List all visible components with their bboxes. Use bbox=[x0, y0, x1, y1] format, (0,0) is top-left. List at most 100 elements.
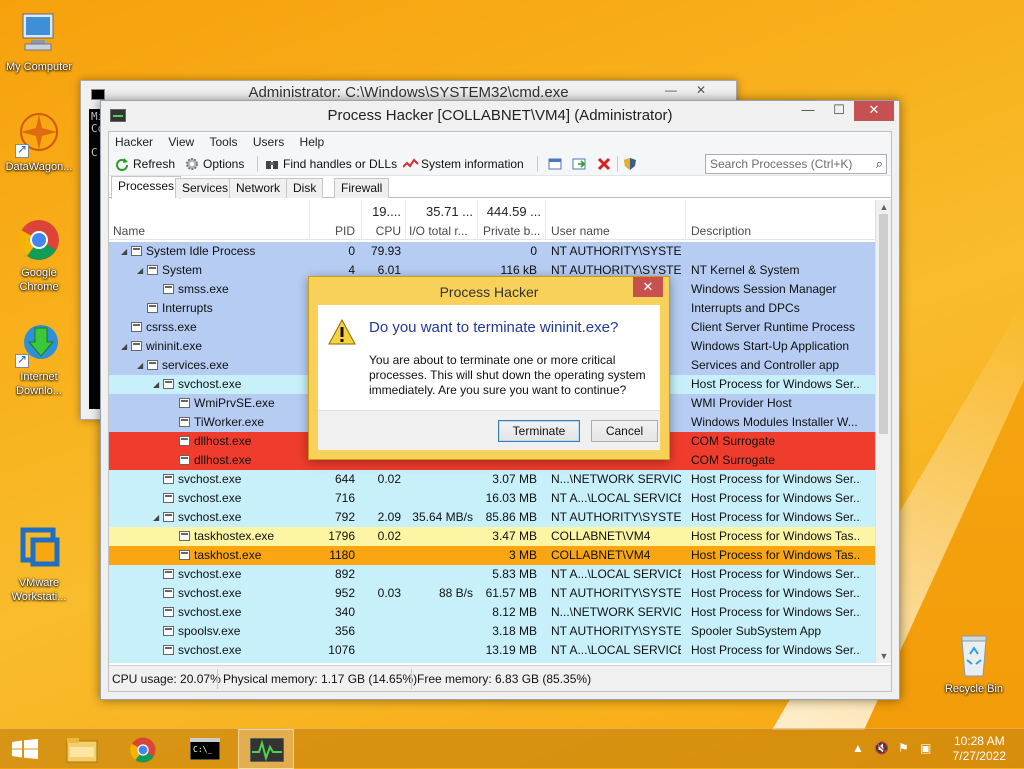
ph-titlebar[interactable]: Process Hacker [COLLABNET\VM4] (Administ… bbox=[101, 101, 899, 131]
column-divider[interactable] bbox=[405, 200, 406, 240]
tree-expander-icon[interactable]: ◢ bbox=[137, 361, 147, 370]
refresh-icon bbox=[115, 157, 129, 171]
column-total-io: 35.71 ... bbox=[426, 204, 473, 219]
tree-expander-icon[interactable]: ◢ bbox=[121, 247, 131, 256]
system-information-button[interactable]: System information bbox=[402, 155, 524, 173]
process-hacker-app-icon bbox=[110, 109, 126, 122]
taskbar-clock[interactable]: 10:28 AM 7/27/2022 bbox=[953, 734, 1006, 764]
process-row[interactable]: svchost.exe 952 0.03 88 B/s 61.57 MB NT AUTHO… bbox=[109, 584, 875, 603]
process-name: WmiPrvSE.exe bbox=[194, 396, 275, 410]
process-user-name: COLLABNET\VM4 bbox=[551, 548, 651, 562]
column-total-cpu: 19.... bbox=[372, 204, 401, 219]
taskbar-cmd[interactable]: C:\_ bbox=[178, 729, 234, 769]
process-name-cell: ◢ System bbox=[109, 263, 305, 277]
ph-close-button[interactable]: ✕ bbox=[854, 101, 894, 121]
process-row[interactable]: taskhost.exe 1180 3 MB COLLABNET\VM4 Host Pr… bbox=[109, 546, 875, 565]
taskbar-process-hacker[interactable] bbox=[238, 729, 294, 769]
column-divider[interactable] bbox=[685, 200, 686, 240]
taskbar-file-explorer[interactable] bbox=[54, 729, 110, 769]
vertical-scrollbar[interactable]: ▲ ▼ bbox=[875, 200, 891, 663]
clock-date: 7/27/2022 bbox=[952, 749, 1006, 763]
menu-users[interactable]: Users bbox=[253, 132, 290, 149]
column-divider[interactable] bbox=[545, 200, 546, 240]
refresh-button[interactable]: Refresh bbox=[115, 155, 175, 173]
column-header-user[interactable]: User name bbox=[551, 224, 610, 238]
dialog-close-button[interactable]: ✕ bbox=[633, 277, 663, 297]
ph-minimize-button[interactable]: — bbox=[795, 101, 821, 121]
chrome-icon bbox=[130, 737, 156, 763]
tab-strip: Processes Services Network Disk Firewall bbox=[109, 176, 891, 199]
terminate-confirm-dialog[interactable]: Process Hacker ✕ Do you want to terminat… bbox=[308, 276, 670, 460]
tab-services[interactable]: Services bbox=[175, 178, 236, 198]
menu-help[interactable]: Help bbox=[300, 132, 331, 149]
column-header-name[interactable]: Name bbox=[113, 224, 145, 238]
column-header-description[interactable]: Description bbox=[691, 224, 751, 238]
terminate-toolbar-button[interactable] bbox=[597, 155, 615, 173]
process-row[interactable]: svchost.exe 1076 13.19 MB NT A...\LOCAL SER… bbox=[109, 641, 875, 660]
process-name: Interrupts bbox=[162, 301, 213, 315]
tree-expander-icon[interactable]: ◢ bbox=[153, 513, 163, 522]
column-header-cpu[interactable]: CPU bbox=[365, 224, 401, 238]
process-row[interactable]: taskhostex.exe 1796 0.02 3.47 MB COLLABNET\V… bbox=[109, 527, 875, 546]
tab-firewall[interactable]: Firewall bbox=[334, 178, 390, 198]
desktop-icon-label: VMware Workstati... bbox=[11, 577, 67, 603]
column-divider[interactable] bbox=[361, 200, 362, 240]
cmd-close-button[interactable]: ✕ bbox=[688, 83, 714, 99]
process-row[interactable]: ◢ System Idle Process 0 79.93 0 NT AUTHORITY\… bbox=[109, 242, 875, 261]
desktop-icon-label: Google Chrome bbox=[19, 267, 59, 293]
cancel-button[interactable]: Cancel bbox=[591, 420, 658, 442]
process-row[interactable]: svchost.exe 340 8.12 MB N...\NETWORK SERVIC… bbox=[109, 603, 875, 622]
column-header-pid[interactable]: PID bbox=[315, 224, 355, 238]
process-row[interactable]: ◢ svchost.exe 792 2.09 35.64 MB/s 85.86 MB NT … bbox=[109, 508, 875, 527]
tab-network[interactable]: Network bbox=[229, 178, 288, 198]
cmd-minimize-button[interactable]: — bbox=[658, 83, 684, 99]
process-icon bbox=[131, 322, 142, 332]
options-button[interactable]: Options bbox=[185, 155, 244, 173]
process-row[interactable]: svchost.exe 644 0.02 3.07 MB N...\NETWORK SE… bbox=[109, 470, 875, 489]
datawagon-icon bbox=[15, 110, 63, 158]
red-x-icon bbox=[597, 157, 611, 171]
volume-muted-icon[interactable]: 🔇 bbox=[874, 741, 889, 755]
column-divider[interactable] bbox=[309, 200, 310, 240]
find-handles-button[interactable]: Find handles or DLLs bbox=[265, 155, 397, 173]
terminate-button[interactable]: Terminate bbox=[498, 420, 580, 442]
menu-view[interactable]: View bbox=[168, 132, 200, 149]
tray-expand-icon[interactable]: ▲ bbox=[852, 741, 864, 755]
action-center-flag-icon[interactable]: ⚑ bbox=[898, 741, 909, 755]
tree-expander-icon[interactable]: ◢ bbox=[137, 266, 147, 275]
window-go-button[interactable] bbox=[572, 155, 590, 173]
desktop-icon-internet-download[interactable]: Internet Downlo... bbox=[1, 320, 77, 398]
scrollbar-thumb[interactable] bbox=[879, 214, 888, 434]
column-header-io[interactable]: I/O total r... bbox=[409, 224, 475, 238]
process-name-cell: spoolsv.exe bbox=[109, 624, 305, 638]
tab-processes[interactable]: Processes bbox=[111, 176, 182, 199]
desktop-icon-chrome[interactable]: Google Chrome bbox=[1, 216, 77, 294]
column-header-private[interactable]: Private b... bbox=[483, 224, 545, 238]
process-pid: 716 bbox=[334, 491, 355, 505]
search-processes-input[interactable]: Search Processes (Ctrl+K) ⌕ bbox=[705, 154, 887, 174]
menu-hacker[interactable]: Hacker bbox=[115, 132, 159, 149]
svg-text:C:\_: C:\_ bbox=[193, 745, 212, 754]
desktop-icon-my-computer[interactable]: My Computer bbox=[1, 10, 77, 74]
taskbar-chrome[interactable] bbox=[116, 729, 172, 769]
tree-expander-icon[interactable]: ◢ bbox=[121, 342, 131, 351]
scroll-up-arrow-icon[interactable]: ▲ bbox=[876, 202, 892, 212]
scroll-down-arrow-icon[interactable]: ▼ bbox=[876, 651, 892, 661]
menu-tools[interactable]: Tools bbox=[210, 132, 244, 149]
process-row[interactable]: spoolsv.exe 356 3.18 MB NT AUTHORITY\SYSTEM… bbox=[109, 622, 875, 641]
desktop-icon-recycle-bin[interactable]: Recycle Bin bbox=[936, 632, 1012, 696]
process-row[interactable]: vmnetdhcp.exe 1344 7.14 MB NT AUTHORITY\SYS… bbox=[109, 660, 875, 663]
start-button[interactable] bbox=[0, 729, 50, 769]
network-icon[interactable]: ▣ bbox=[920, 741, 931, 755]
tree-expander-icon[interactable]: ◢ bbox=[153, 380, 163, 389]
desktop-icon-datawagon[interactable]: DataWagon... bbox=[1, 110, 77, 174]
tab-disk[interactable]: Disk bbox=[286, 178, 324, 198]
process-row[interactable]: svchost.exe 892 5.83 MB NT A...\LOCAL SERVI… bbox=[109, 565, 875, 584]
ph-maximize-button[interactable]: ☐ bbox=[826, 101, 852, 121]
process-pid: 356 bbox=[334, 624, 355, 638]
process-description: Windows Start-Up Application bbox=[691, 339, 850, 353]
window-toolbar-button[interactable] bbox=[548, 155, 566, 173]
shield-toolbar-button[interactable] bbox=[623, 155, 641, 173]
desktop-icon-vmware[interactable]: VMware Workstati... bbox=[1, 526, 77, 604]
process-row[interactable]: svchost.exe 716 16.03 MB NT A...\LOCAL SERV… bbox=[109, 489, 875, 508]
